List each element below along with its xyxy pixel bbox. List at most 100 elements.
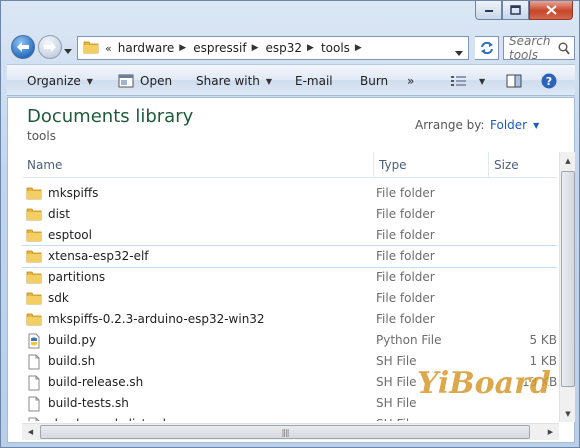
file-type: File folder xyxy=(376,207,435,221)
content-pane: Documents library tools Arrange by: Fold… xyxy=(7,97,575,443)
preview-pane-icon xyxy=(506,74,522,88)
file-name: partitions xyxy=(48,270,106,284)
maximize-button[interactable] xyxy=(502,1,529,20)
scroll-up-icon[interactable]: ▲ xyxy=(560,152,576,169)
organize-label: Organize xyxy=(27,74,81,88)
horizontal-scrollbar[interactable]: ◀ |||| ▶ xyxy=(22,423,559,440)
back-button[interactable] xyxy=(11,35,35,59)
file-row[interactable]: build-tests.sh SH File xyxy=(22,393,557,414)
folder-icon xyxy=(26,270,42,287)
file-size: 13 KB xyxy=(522,375,557,389)
change-view-button[interactable]: ▼ xyxy=(451,65,485,97)
column-header-type[interactable]: Type xyxy=(374,152,489,178)
open-label: Open xyxy=(140,74,173,88)
file-name: build.sh xyxy=(48,354,96,368)
search-input[interactable]: Search tools xyxy=(503,34,575,62)
horizontal-scroll-thumb[interactable]: |||| xyxy=(40,425,530,439)
file-type: SH File xyxy=(376,375,417,389)
file-row[interactable]: build.py Python File 5 KB xyxy=(22,330,557,351)
close-button[interactable] xyxy=(529,1,573,20)
chevron-down-icon: ▼ xyxy=(479,76,486,86)
more-label: » xyxy=(407,74,415,88)
file-type: File folder xyxy=(376,291,435,305)
folder-icon xyxy=(26,312,42,329)
file-name: build-tests.sh xyxy=(48,396,129,410)
help-button[interactable]: ? xyxy=(541,65,563,97)
address-bar[interactable]: « hardware ▶ espressif ▶ esp32 ▶ tools ▶ xyxy=(77,36,469,60)
file-type: Python File xyxy=(376,333,442,347)
file-row[interactable]: mkspiffs-0.2.3-arduino-esp32-win32 File f… xyxy=(22,309,557,330)
library-subtitle: tools xyxy=(27,129,56,143)
minimize-button[interactable] xyxy=(475,1,502,20)
explorer-window: « hardware ▶ espressif ▶ esp32 ▶ tools ▶ Sea… xyxy=(0,0,580,448)
file-row[interactable]: partitions File folder xyxy=(22,267,557,288)
file-type: File folder xyxy=(376,312,435,326)
breadcrumb-overflow[interactable]: « xyxy=(105,42,112,55)
chevron-down-icon: ▼ xyxy=(265,76,273,86)
maximize-icon xyxy=(510,5,521,15)
file-row[interactable]: check_cmakelists.sh SH File xyxy=(22,414,557,421)
file-size: 1 KB xyxy=(529,354,557,368)
file-name: build-release.sh xyxy=(48,375,144,389)
breadcrumb-item-esp32[interactable]: esp32 xyxy=(265,41,302,55)
folder-icon xyxy=(26,186,42,203)
breadcrumb-separator-icon[interactable]: ▶ xyxy=(252,43,259,53)
preview-pane-button[interactable] xyxy=(506,65,528,97)
file-type: File folder xyxy=(376,249,435,263)
file-type: SH File xyxy=(376,354,417,368)
breadcrumb-item-tools[interactable]: tools xyxy=(321,41,350,55)
column-header-size[interactable]: Size xyxy=(489,152,557,178)
file-type: File folder xyxy=(376,228,435,242)
breadcrumb-separator-icon[interactable]: ▶ xyxy=(307,43,314,53)
file-row[interactable]: dist File folder xyxy=(22,204,557,225)
email-button[interactable]: E-mail xyxy=(295,65,333,97)
close-icon xyxy=(545,5,557,15)
file-icon xyxy=(26,396,42,415)
breadcrumb-separator-icon[interactable]: ▶ xyxy=(355,43,362,53)
scroll-down-icon[interactable]: ▼ xyxy=(560,405,576,422)
forward-button[interactable] xyxy=(38,35,62,59)
burn-button[interactable]: Burn xyxy=(360,65,388,97)
scroll-left-icon[interactable]: ◀ xyxy=(22,424,39,440)
file-row[interactable]: esptool File folder xyxy=(22,225,557,246)
vertical-scroll-thumb[interactable] xyxy=(561,171,575,387)
scroll-right-icon[interactable]: ▶ xyxy=(542,424,559,440)
file-type: File folder xyxy=(376,186,435,200)
folder-icon xyxy=(26,228,42,245)
open-button[interactable]: Open xyxy=(118,65,172,97)
share-with-label: Share with xyxy=(196,74,260,88)
breadcrumb-item-hardware[interactable]: hardware xyxy=(118,41,175,55)
file-row[interactable]: mkspiffs File folder xyxy=(22,183,557,204)
file-row[interactable]: build.sh SH File 1 KB xyxy=(22,351,557,372)
chevron-down-icon: ▼ xyxy=(533,120,540,130)
file-name: check_cmakelists.sh xyxy=(48,417,170,421)
breadcrumb-separator-icon[interactable]: ▶ xyxy=(179,43,186,53)
more-commands-button[interactable]: » xyxy=(407,65,414,97)
file-name: xtensa-esp32-elf xyxy=(48,249,149,263)
folder-icon xyxy=(83,40,99,57)
folder-icon xyxy=(26,249,42,266)
recent-pages-dropdown[interactable] xyxy=(64,43,72,57)
address-history-dropdown[interactable] xyxy=(455,45,463,59)
file-row[interactable]: build-release.sh SH File 13 KB xyxy=(22,372,557,393)
arrange-by-dropdown[interactable]: Folder ▼ xyxy=(490,118,539,132)
vertical-scrollbar[interactable]: ▲ ▼ xyxy=(559,152,575,422)
command-bar: Organize ▼ Open Share with ▼ E-mail Burn… xyxy=(7,64,575,96)
share-with-button[interactable]: Share with ▼ xyxy=(196,65,272,97)
file-row[interactable]: sdk File folder xyxy=(22,288,557,309)
file-type: SH File xyxy=(376,417,417,421)
refresh-button[interactable] xyxy=(475,36,499,60)
file-icon xyxy=(26,354,42,373)
search-icon xyxy=(558,42,570,55)
file-row[interactable]: xtensa-esp32-elf File folder xyxy=(22,245,557,268)
breadcrumb-item-espressif[interactable]: espressif xyxy=(193,41,246,55)
file-name: mkspiffs xyxy=(48,186,99,200)
breadcrumb: hardware ▶ espressif ▶ esp32 ▶ tools ▶ xyxy=(118,41,369,55)
file-icon xyxy=(26,417,42,421)
file-name: mkspiffs-0.2.3-arduino-esp32-win32 xyxy=(48,312,265,326)
organize-button[interactable]: Organize ▼ xyxy=(27,65,93,97)
burn-label: Burn xyxy=(360,74,389,88)
column-header-name[interactable]: Name xyxy=(22,152,374,178)
minimize-icon xyxy=(484,10,493,12)
email-label: E-mail xyxy=(295,74,333,88)
